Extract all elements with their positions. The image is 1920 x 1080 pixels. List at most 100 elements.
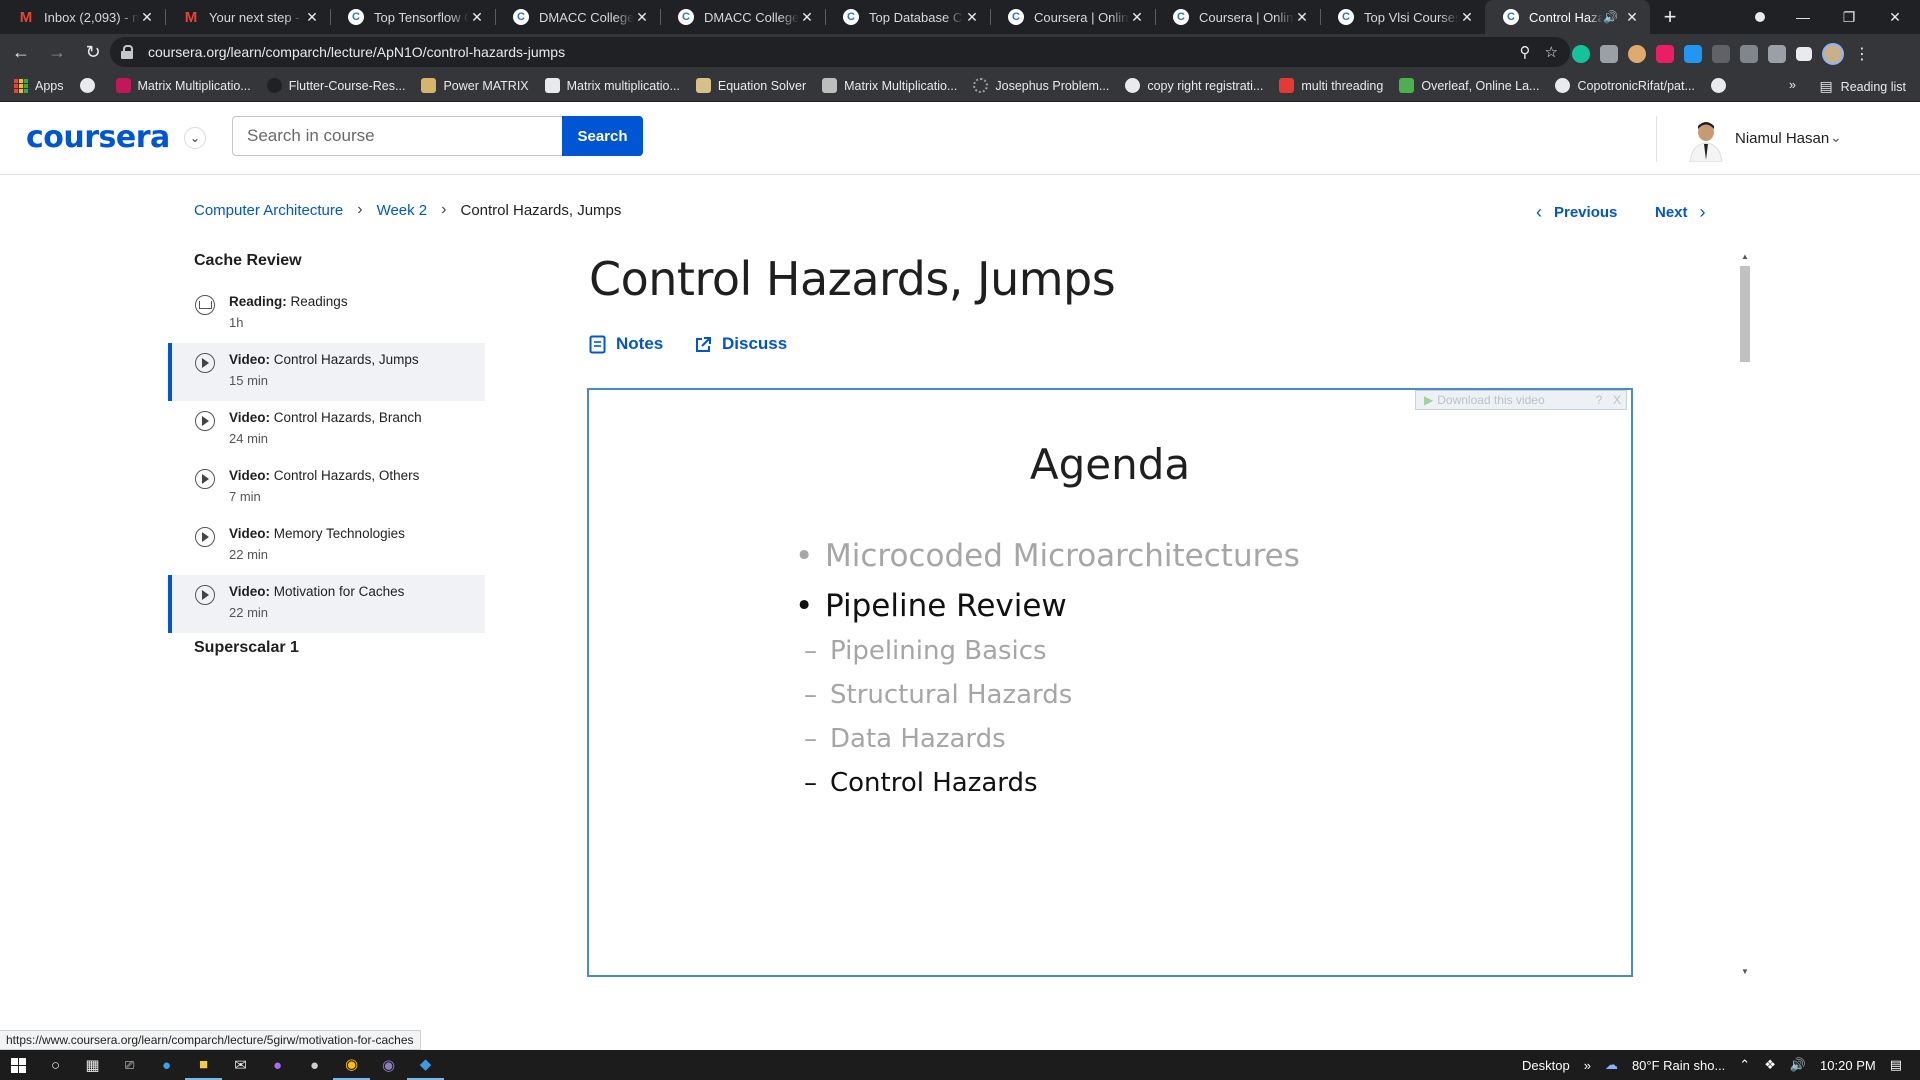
close-icon[interactable]: X [1608,393,1626,407]
app-icon[interactable]: ◉ [370,1050,407,1080]
restore-button[interactable]: ❐ [1826,9,1872,26]
next-section-title[interactable]: Superscalar 1 [168,639,485,657]
address-url[interactable]: coursera.org/learn/comparch/lecture/ApN1… [148,44,565,60]
notifications-icon[interactable]: ▤ [1890,1057,1902,1073]
video-player[interactable]: ▶ Download this video ? X Agenda • Microc… [587,388,1633,977]
browser-tab[interactable]: C Top Vlsi Courses - Learn✕ [1320,0,1485,34]
sidebar-item[interactable]: Video: Motivation for Caches 22 min [168,575,485,633]
browser-tab[interactable]: C Coursera | Online Courses✕ [1155,0,1320,34]
clock[interactable]: 10:20 PM [1820,1058,1876,1073]
previous-button[interactable]: ‹ Previous [1536,202,1617,223]
terminal-icon[interactable]: ⎚ [111,1050,148,1080]
notes-button[interactable]: Notes [589,334,663,354]
discuss-button[interactable]: Discuss [695,334,787,354]
messenger-icon[interactable]: ● [259,1050,296,1080]
profile-avatar[interactable] [1822,43,1844,65]
audio-playing-icon[interactable]: 🔊 [1603,10,1618,24]
bookmarks-overflow-icon[interactable]: » [1789,78,1796,92]
bookmark-item[interactable]: Equation Solver [695,78,806,93]
scrollbar-thumb[interactable] [1740,266,1750,362]
bookmark-item[interactable]: Matrix multiplicatio... [544,78,680,93]
avatar[interactable] [1686,118,1726,162]
sidebar-item[interactable]: Video: Control Hazards, Others 7 min [168,459,485,517]
sidebar-item[interactable]: Reading: Readings 1h [168,285,485,343]
browser-tab[interactable]: C Top Database Courses✕ [825,0,990,34]
desktop-toolbar-label[interactable]: Desktop [1522,1058,1570,1073]
steam-icon[interactable]: ● [296,1050,333,1080]
tab-search-icon[interactable] [1751,8,1769,26]
weather-label[interactable]: 80°F Rain sho... [1632,1058,1725,1073]
chevron-down-icon[interactable]: ⌄ [184,127,206,149]
sidebar-item[interactable]: Video: Control Hazards, Jumps 15 min [168,343,485,401]
browser-tab[interactable]: C Coursera | Online Courses✕ [990,0,1155,34]
cookie-extension-icon[interactable] [1628,45,1646,63]
close-icon[interactable]: ✕ [799,9,815,26]
media-control-icon[interactable] [1796,47,1812,61]
zoom-search-icon[interactable]: ⚲ [1520,43,1531,61]
scroll-up-icon[interactable]: ▲ [1741,252,1749,261]
close-icon[interactable]: ✕ [1459,9,1475,26]
close-icon[interactable]: ✕ [634,9,650,26]
minimize-button[interactable]: — [1780,9,1826,25]
breadcrumb-course[interactable]: Computer Architecture [194,202,343,219]
download-extension-icon[interactable] [1684,45,1702,63]
bookmark-item[interactable]: CopotronicRifat/pat... [1555,78,1695,93]
browser-tab[interactable]: M Your next step - 17✕ [165,0,330,34]
scroll-down-icon[interactable]: ▼ [1741,967,1749,976]
close-icon[interactable]: ✕ [1129,9,1145,26]
close-icon[interactable]: ✕ [139,9,155,26]
address-bar[interactable]: coursera.org/learn/comparch/lecture/ApN1… [110,37,1570,67]
bookmark-item[interactable]: Flutter-Course-Res... [266,78,405,93]
network-icon[interactable]: ❖ [1764,1057,1776,1073]
pen-extension-icon[interactable] [1740,45,1758,63]
back-icon[interactable]: ← [6,37,36,67]
breadcrumb-week[interactable]: Week 2 [377,202,428,219]
chevron-double-icon[interactable]: » [1584,1058,1591,1073]
close-icon[interactable]: ✕ [1624,9,1640,26]
download-video-bar[interactable]: ▶ Download this video ? X [1415,390,1627,410]
chevron-down-icon[interactable]: ⌄ [1830,129,1842,146]
file-explorer-icon[interactable]: ■ [185,1050,222,1080]
new-tab-button[interactable]: + [1650,0,1690,34]
reload-icon[interactable]: ↻ [78,37,108,67]
bookmark-item[interactable]: copy right registrati... [1125,78,1263,93]
search-icon[interactable]: ○ [37,1050,74,1080]
tray-up-icon[interactable]: ⌃ [1739,1057,1750,1073]
task-view-icon[interactable]: ▦ [74,1050,111,1080]
pdf-extension-icon[interactable] [1656,45,1674,63]
close-window-button[interactable]: ✕ [1872,9,1918,26]
bookmark-item[interactable]: Apps [14,78,64,93]
screen-extension-icon[interactable] [1712,45,1730,63]
search-input[interactable] [232,116,562,156]
volume-icon[interactable]: 🔊 [1790,1057,1806,1073]
forward-icon[interactable]: → [42,37,72,67]
bookmark-item[interactable]: Matrix Multiplicatio... [115,78,251,93]
page-scrollbar[interactable]: ▲ ▼ [1738,252,1752,976]
lock-icon[interactable] [120,45,134,59]
reading-list-button[interactable]: ▤ Reading list [1819,78,1906,95]
mail-icon[interactable]: ✉ [222,1050,259,1080]
close-icon[interactable]: ✕ [964,9,980,26]
coursera-logo[interactable]: coursera [26,120,170,155]
browser-tab[interactable]: C Top Tensorflow Courses✕ [330,0,495,34]
sidebar-item[interactable]: Video: Memory Technologies 22 min [168,517,485,575]
next-button[interactable]: Next › [1655,202,1706,223]
windows-start-icon[interactable] [0,1050,37,1080]
puzzle-icon[interactable] [1768,45,1786,63]
browser-tab[interactable]: C DMACC College on Coursera✕ [660,0,825,34]
vscode-icon[interactable]: ◆ [407,1050,444,1080]
sidebar-item[interactable]: Video: Control Hazards, Branch 24 min [168,401,485,459]
camera-extension-icon[interactable] [1600,45,1618,63]
close-icon[interactable]: ✕ [304,9,320,26]
bookmark-item[interactable] [1710,78,1733,93]
search-button[interactable]: Search [562,116,643,156]
browser-tab[interactable]: M Inbox (2,093) - niamulhasan✕ [0,0,165,34]
bookmark-item[interactable]: Overleaf, Online La... [1399,78,1539,93]
browser-tab[interactable]: C Control Hazards, Jumps🔊 ✕ [1485,0,1650,34]
user-name[interactable]: Niamul Hasan [1735,130,1829,147]
edge-icon[interactable]: ● [148,1050,185,1080]
chrome-icon[interactable]: ◉ [333,1050,370,1080]
close-icon[interactable]: ✕ [469,9,485,26]
bookmark-star-icon[interactable]: ☆ [1545,43,1558,61]
bookmark-item[interactable] [79,78,102,93]
